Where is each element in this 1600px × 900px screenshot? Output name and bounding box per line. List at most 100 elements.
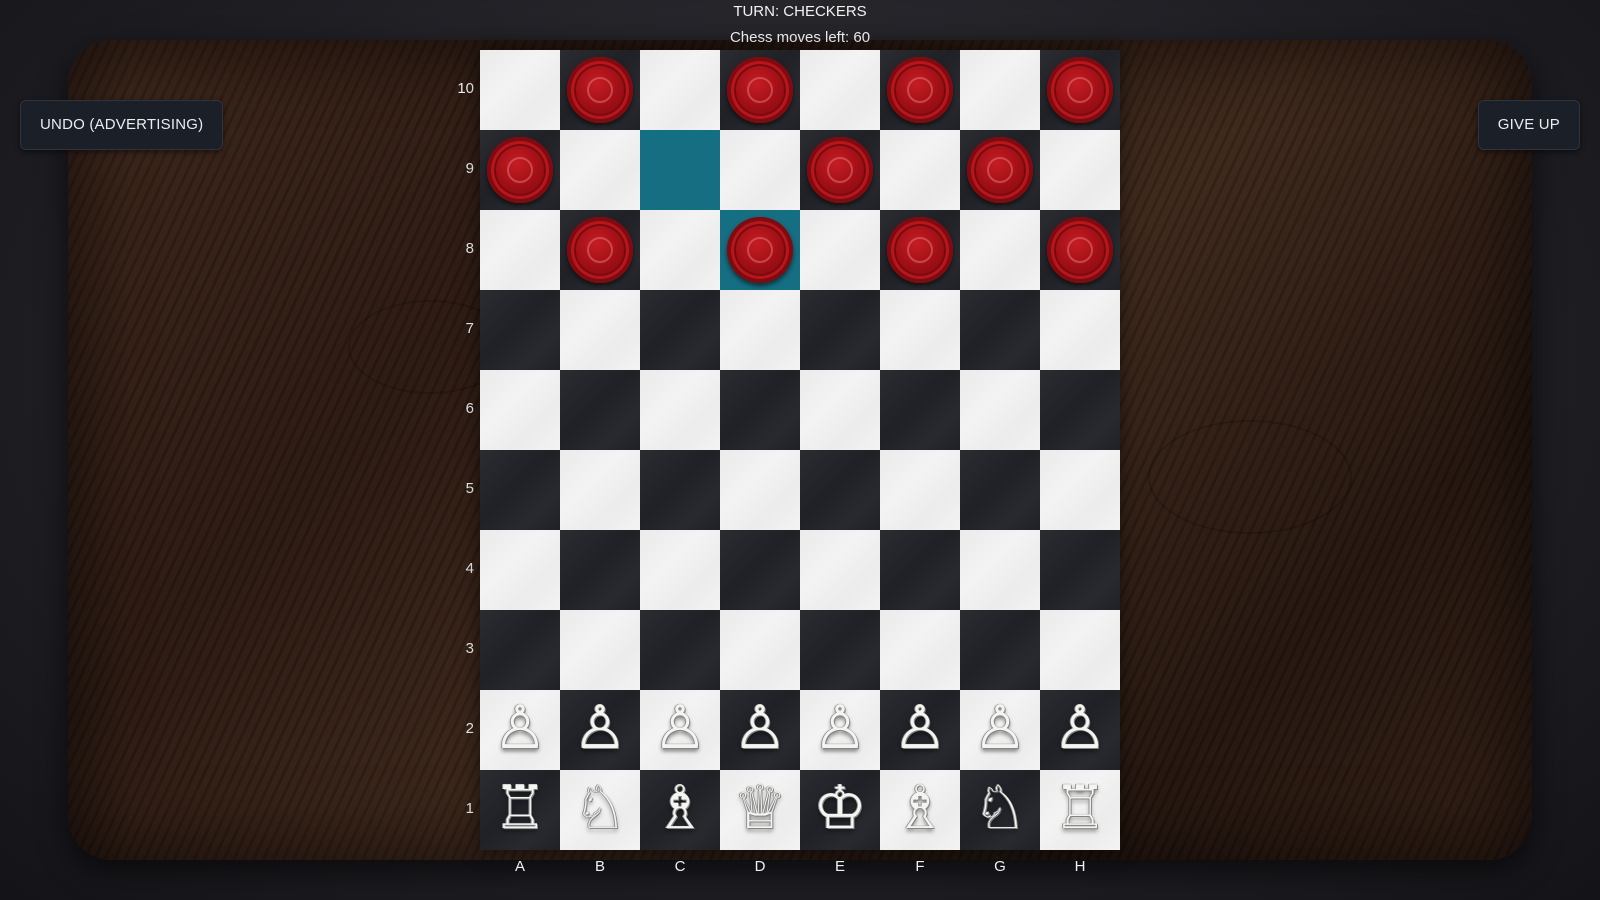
square-d3[interactable] bbox=[720, 610, 800, 690]
white-rook-icon[interactable]: ♖ bbox=[1053, 778, 1107, 838]
square-a9[interactable] bbox=[480, 130, 560, 210]
square-h5[interactable] bbox=[1040, 450, 1120, 530]
red-checker[interactable] bbox=[967, 137, 1033, 203]
white-knight-icon[interactable]: ♘ bbox=[573, 778, 627, 838]
square-h3[interactable] bbox=[1040, 610, 1120, 690]
white-pawn-icon[interactable]: ♙ bbox=[973, 698, 1027, 758]
square-c8[interactable] bbox=[640, 210, 720, 290]
square-e1[interactable]: ♔ bbox=[800, 770, 880, 850]
red-checker[interactable] bbox=[567, 57, 633, 123]
white-pawn-icon[interactable]: ♙ bbox=[493, 698, 547, 758]
square-a10[interactable] bbox=[480, 50, 560, 130]
white-pawn-icon[interactable]: ♙ bbox=[733, 698, 787, 758]
square-a5[interactable] bbox=[480, 450, 560, 530]
square-h10[interactable] bbox=[1040, 50, 1120, 130]
game-board[interactable]: ♙ ♙ ♙ ♙ ♙ ♙ ♙ ♙ ♖ ♘ ♗ ♕ ♔ ♗ ♘ ♖ bbox=[480, 50, 1120, 850]
square-d5[interactable] bbox=[720, 450, 800, 530]
white-pawn-icon[interactable]: ♙ bbox=[573, 698, 627, 758]
square-b6[interactable] bbox=[560, 370, 640, 450]
square-h1[interactable]: ♖ bbox=[1040, 770, 1120, 850]
square-c9[interactable] bbox=[640, 130, 720, 210]
square-f1[interactable]: ♗ bbox=[880, 770, 960, 850]
square-d9[interactable] bbox=[720, 130, 800, 210]
square-h8[interactable] bbox=[1040, 210, 1120, 290]
square-g8[interactable] bbox=[960, 210, 1040, 290]
square-a6[interactable] bbox=[480, 370, 560, 450]
square-h6[interactable] bbox=[1040, 370, 1120, 450]
red-checker[interactable] bbox=[487, 137, 553, 203]
square-a2[interactable]: ♙ bbox=[480, 690, 560, 770]
square-c4[interactable] bbox=[640, 530, 720, 610]
red-checker[interactable] bbox=[727, 57, 793, 123]
red-checker[interactable] bbox=[807, 137, 873, 203]
square-c6[interactable] bbox=[640, 370, 720, 450]
white-bishop-icon[interactable]: ♗ bbox=[893, 778, 947, 838]
square-g9[interactable] bbox=[960, 130, 1040, 210]
square-g1[interactable]: ♘ bbox=[960, 770, 1040, 850]
square-g4[interactable] bbox=[960, 530, 1040, 610]
square-d2[interactable]: ♙ bbox=[720, 690, 800, 770]
square-h7[interactable] bbox=[1040, 290, 1120, 370]
square-b9[interactable] bbox=[560, 130, 640, 210]
square-e8[interactable] bbox=[800, 210, 880, 290]
white-bishop-icon[interactable]: ♗ bbox=[653, 778, 707, 838]
square-f2[interactable]: ♙ bbox=[880, 690, 960, 770]
square-b1[interactable]: ♘ bbox=[560, 770, 640, 850]
undo-button[interactable]: UNDO (ADVERTISING) bbox=[20, 100, 224, 150]
square-f10[interactable] bbox=[880, 50, 960, 130]
square-g6[interactable] bbox=[960, 370, 1040, 450]
red-checker[interactable] bbox=[567, 217, 633, 283]
square-g2[interactable]: ♙ bbox=[960, 690, 1040, 770]
square-f6[interactable] bbox=[880, 370, 960, 450]
square-d10[interactable] bbox=[720, 50, 800, 130]
square-e5[interactable] bbox=[800, 450, 880, 530]
square-b7[interactable] bbox=[560, 290, 640, 370]
give-up-button[interactable]: GIVE UP bbox=[1477, 100, 1580, 150]
white-pawn-icon[interactable]: ♙ bbox=[653, 698, 707, 758]
square-f7[interactable] bbox=[880, 290, 960, 370]
square-f4[interactable] bbox=[880, 530, 960, 610]
square-c1[interactable]: ♗ bbox=[640, 770, 720, 850]
square-b8[interactable] bbox=[560, 210, 640, 290]
square-b3[interactable] bbox=[560, 610, 640, 690]
red-checker[interactable] bbox=[1047, 57, 1113, 123]
square-a1[interactable]: ♖ bbox=[480, 770, 560, 850]
square-c10[interactable] bbox=[640, 50, 720, 130]
white-knight-icon[interactable]: ♘ bbox=[973, 778, 1027, 838]
square-e2[interactable]: ♙ bbox=[800, 690, 880, 770]
square-c7[interactable] bbox=[640, 290, 720, 370]
red-checker[interactable] bbox=[727, 217, 793, 283]
square-h2[interactable]: ♙ bbox=[1040, 690, 1120, 770]
square-d6[interactable] bbox=[720, 370, 800, 450]
square-g5[interactable] bbox=[960, 450, 1040, 530]
square-b5[interactable] bbox=[560, 450, 640, 530]
square-f5[interactable] bbox=[880, 450, 960, 530]
square-e9[interactable] bbox=[800, 130, 880, 210]
white-queen-icon[interactable]: ♕ bbox=[733, 778, 787, 838]
red-checker[interactable] bbox=[887, 217, 953, 283]
red-checker[interactable] bbox=[1047, 217, 1113, 283]
square-b4[interactable] bbox=[560, 530, 640, 610]
square-c5[interactable] bbox=[640, 450, 720, 530]
white-rook-icon[interactable]: ♖ bbox=[493, 778, 547, 838]
square-f3[interactable] bbox=[880, 610, 960, 690]
square-c2[interactable]: ♙ bbox=[640, 690, 720, 770]
square-g7[interactable] bbox=[960, 290, 1040, 370]
white-king-icon[interactable]: ♔ bbox=[813, 778, 867, 838]
white-pawn-icon[interactable]: ♙ bbox=[893, 698, 947, 758]
square-f9[interactable] bbox=[880, 130, 960, 210]
square-g3[interactable] bbox=[960, 610, 1040, 690]
square-a7[interactable] bbox=[480, 290, 560, 370]
square-h4[interactable] bbox=[1040, 530, 1120, 610]
square-e6[interactable] bbox=[800, 370, 880, 450]
square-e7[interactable] bbox=[800, 290, 880, 370]
square-a3[interactable] bbox=[480, 610, 560, 690]
square-b2[interactable]: ♙ bbox=[560, 690, 640, 770]
square-e3[interactable] bbox=[800, 610, 880, 690]
red-checker[interactable] bbox=[887, 57, 953, 123]
square-d1[interactable]: ♕ bbox=[720, 770, 800, 850]
square-a4[interactable] bbox=[480, 530, 560, 610]
square-f8[interactable] bbox=[880, 210, 960, 290]
white-pawn-icon[interactable]: ♙ bbox=[813, 698, 867, 758]
square-b10[interactable] bbox=[560, 50, 640, 130]
